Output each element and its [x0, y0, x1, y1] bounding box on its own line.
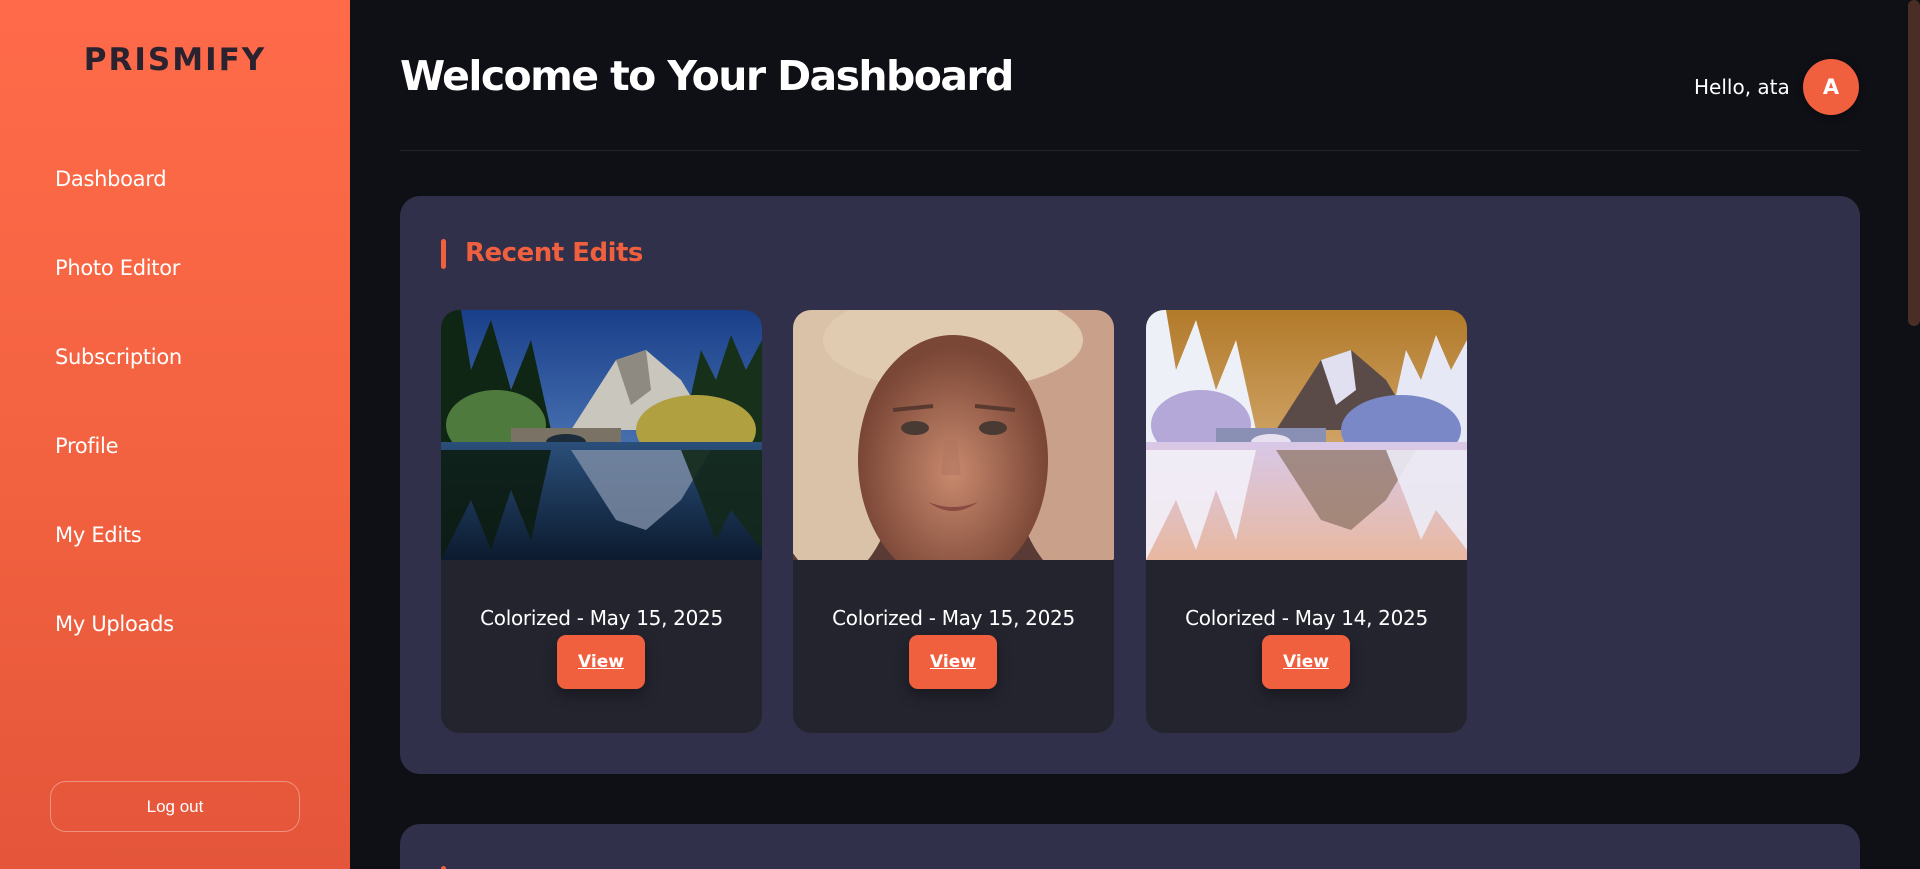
edit-card: Colorized - May 14, 2025 View: [1146, 310, 1467, 733]
view-button[interactable]: View: [1262, 635, 1350, 689]
edit-card: Colorized - May 15, 2025 View: [793, 310, 1114, 733]
brand-logo: PRISMIFY: [83, 42, 267, 78]
woman-portrait-photo[interactable]: [793, 310, 1114, 560]
inverted-mountain-lake-photo[interactable]: [1146, 310, 1467, 560]
logout-button[interactable]: Log out: [50, 781, 300, 832]
section-accent-bar: [441, 239, 446, 269]
card-caption: Colorized - May 15, 2025: [480, 606, 723, 630]
header-divider: [400, 150, 1860, 151]
secondary-panel: [400, 824, 1860, 869]
page-title: Welcome to Your Dashboard: [400, 52, 1014, 100]
sidebar-item-dashboard[interactable]: Dashboard: [55, 158, 182, 247]
avatar[interactable]: A: [1803, 59, 1859, 115]
sidebar-item-my-uploads[interactable]: My Uploads: [55, 603, 182, 692]
edit-card: Colorized - May 15, 2025 View: [441, 310, 762, 733]
mountain-lake-bridge-photo[interactable]: [441, 310, 762, 560]
recent-edits-panel: Recent Edits Colorized - May 15, 2025 Vi…: [400, 196, 1860, 774]
card-caption: Colorized - May 15, 2025: [832, 606, 1075, 630]
scrollbar-thumb[interactable]: [1908, 0, 1920, 326]
sidebar: PRISMIFY Dashboard Photo Editor Subscrip…: [0, 0, 350, 869]
user-greeting: Hello, ata: [1694, 75, 1790, 99]
sidebar-item-profile[interactable]: Profile: [55, 425, 182, 514]
view-button[interactable]: View: [909, 635, 997, 689]
sidebar-nav: Dashboard Photo Editor Subscription Prof…: [55, 158, 182, 692]
sidebar-item-subscription[interactable]: Subscription: [55, 336, 182, 425]
section-title: Recent Edits: [465, 238, 643, 268]
sidebar-item-my-edits[interactable]: My Edits: [55, 514, 182, 603]
card-caption: Colorized - May 14, 2025: [1185, 606, 1428, 630]
sidebar-item-photo-editor[interactable]: Photo Editor: [55, 247, 182, 336]
view-button[interactable]: View: [557, 635, 645, 689]
